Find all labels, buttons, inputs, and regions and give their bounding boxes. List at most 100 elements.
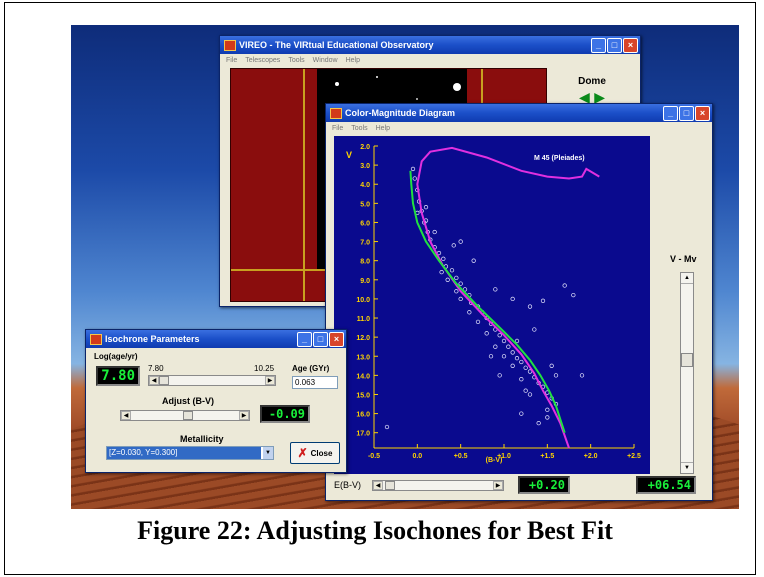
vmv-display: +06.54	[636, 476, 696, 494]
star-point	[467, 310, 472, 315]
y-tick-label: 14.0	[356, 373, 370, 380]
close-x-icon: ✗	[297, 446, 308, 460]
age-slider-max-label: 10.25	[254, 364, 275, 373]
ebv-slider-thumb[interactable]	[385, 481, 395, 490]
star-point	[384, 424, 390, 430]
desktop-background: VIREO - The VIRtual Educational Observat…	[71, 25, 739, 509]
cluster-label: M 45 (Pleiades)	[534, 155, 585, 162]
star-point	[488, 354, 494, 359]
star-point	[519, 359, 524, 365]
star-point	[579, 373, 585, 378]
cmd-titlebar[interactable]: Color-Magnitude Diagram _ □ ×	[326, 104, 712, 122]
star-point	[493, 344, 498, 349]
menu-window[interactable]: Window	[313, 57, 338, 64]
menu-telescopes[interactable]: Telescopes	[245, 57, 280, 64]
slider-left-arrow-icon[interactable]: ◀	[149, 376, 159, 385]
y-tick-label: 5.0	[360, 201, 370, 208]
star-point	[510, 350, 515, 355]
isochrone-app-icon	[90, 333, 102, 345]
star-point	[519, 377, 524, 382]
cmd-plot-area[interactable]: V (B-V) M 45 (Pleiades) 2.0 3.0 4.0 5.0 6.0 7…	[334, 136, 650, 474]
metallicity-label: Metallicity	[180, 434, 224, 444]
star-point	[536, 421, 541, 426]
x-tick-label: +1.0	[497, 453, 511, 460]
y-tick-label: 17.0	[356, 431, 370, 438]
cmd-app-icon	[330, 107, 342, 119]
star-point	[439, 270, 444, 275]
slider-right-arrow-icon[interactable]: ▶	[265, 376, 275, 385]
age-slider[interactable]: ◀ ▶	[148, 375, 276, 386]
x-tick-label: 0.0	[412, 453, 422, 460]
cmd-window[interactable]: Color-Magnitude Diagram _ □ × File Tools…	[325, 103, 713, 501]
scroll-down-arrow-icon[interactable]: ▼	[681, 462, 693, 473]
close-button[interactable]: ×	[695, 106, 710, 121]
minimize-button[interactable]: _	[297, 332, 312, 347]
menu-file[interactable]: File	[226, 57, 237, 64]
star-point	[523, 365, 528, 370]
age-slider-thumb[interactable]	[159, 376, 169, 385]
chevron-down-icon[interactable]: ▼	[263, 447, 273, 459]
star-point	[451, 243, 456, 248]
star-point	[441, 256, 446, 261]
metallicity-select[interactable]: [Z=0.030, Y=0.300] ▼	[106, 446, 274, 460]
y-tick-label: 8.0	[360, 259, 370, 266]
star-point	[510, 363, 515, 368]
y-tick-label: 6.0	[360, 220, 370, 227]
star-point	[545, 415, 550, 420]
minimize-button[interactable]: _	[591, 38, 606, 53]
log-age-display: 7.80	[96, 366, 140, 386]
maximize-button[interactable]: □	[313, 332, 328, 347]
age-gyr-field[interactable]: 0.063	[292, 376, 338, 389]
vmv-label: V - Mv	[670, 254, 697, 264]
close-button[interactable]: ×	[329, 332, 344, 347]
star-point	[506, 344, 511, 349]
star-point	[532, 327, 537, 332]
adjust-bv-slider[interactable]: ◀ ▶	[120, 410, 250, 421]
menu-help[interactable]: Help	[376, 125, 390, 132]
figure-caption: Figure 22: Adjusting Isochones for Best …	[137, 516, 613, 545]
minimize-button[interactable]: _	[663, 106, 678, 121]
isochrone-title: Isochrone Parameters	[105, 334, 200, 344]
star-point	[510, 296, 515, 302]
star-point	[562, 283, 567, 288]
y-tick-label: 16.0	[356, 412, 370, 419]
star-point	[519, 411, 524, 416]
menu-file[interactable]: File	[332, 125, 343, 132]
star-point	[540, 298, 546, 303]
maximize-button[interactable]: □	[607, 38, 622, 53]
star-point	[501, 354, 507, 359]
close-dialog-button[interactable]: ✗ Close	[290, 442, 340, 464]
maximize-button[interactable]: □	[679, 106, 694, 121]
star-point	[493, 287, 498, 292]
star-point	[571, 292, 576, 298]
cmd-chart: V (B-V) M 45 (Pleiades) 2.03.04.05.06.07…	[346, 144, 641, 464]
close-button[interactable]: ×	[623, 38, 638, 53]
menu-tools[interactable]: Tools	[288, 57, 304, 64]
vireo-app-icon	[224, 39, 236, 51]
dome-rail-left	[303, 69, 305, 301]
x-tick-label: +2.5	[627, 453, 641, 460]
y-tick-label: 12.0	[356, 335, 370, 342]
y-tick-label: 9.0	[360, 278, 370, 285]
menu-help[interactable]: Help	[346, 57, 360, 64]
y-tick-label: 10.0	[356, 297, 370, 304]
slider-right-arrow-icon[interactable]: ▶	[239, 411, 249, 420]
star-point	[514, 356, 520, 361]
ebv-slider[interactable]: ◀ ▶	[372, 480, 504, 491]
menu-tools[interactable]: Tools	[351, 125, 367, 132]
vmv-scroll-thumb[interactable]	[681, 353, 693, 367]
isochrone-window[interactable]: Isochrone Parameters _ □ × Log(age/yr) 7…	[85, 329, 347, 473]
slider-right-arrow-icon[interactable]: ▶	[493, 481, 503, 490]
isochrone-titlebar[interactable]: Isochrone Parameters _ □ ×	[86, 330, 346, 348]
close-button-label: Close	[310, 448, 333, 458]
adjust-bv-slider-thumb[interactable]	[183, 411, 193, 420]
vmv-scrollbar[interactable]: ▲ ▼	[680, 272, 694, 474]
cmd-menubar: File Tools Help	[326, 122, 712, 134]
slider-left-arrow-icon[interactable]: ◀	[121, 411, 131, 420]
slider-left-arrow-icon[interactable]: ◀	[373, 481, 383, 490]
star-point	[471, 258, 476, 263]
star-point	[454, 289, 459, 294]
star-point	[527, 304, 533, 309]
vireo-titlebar[interactable]: VIREO - The VIRtual Educational Observat…	[220, 36, 640, 54]
scroll-up-arrow-icon[interactable]: ▲	[681, 273, 693, 284]
